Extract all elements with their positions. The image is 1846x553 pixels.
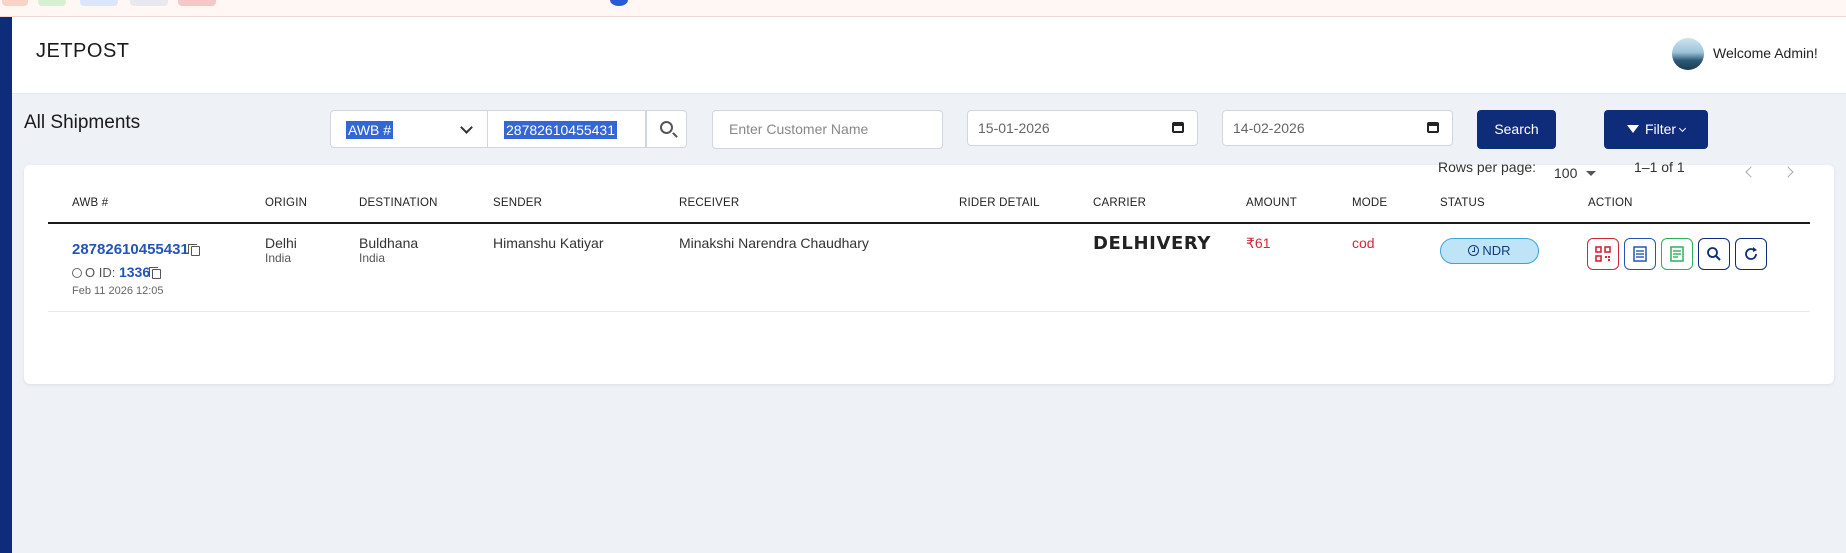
sidebar-strip (0, 17, 12, 553)
date-from-value: 15-01-2026 (978, 120, 1050, 136)
shipments-table-card: AWB # ORIGIN DESTINATION SENDER RECEIVER… (24, 165, 1834, 384)
app-header: JETPOST Welcome Admin! (12, 17, 1846, 94)
destination-country: India (359, 251, 386, 265)
chevron-down-icon (460, 121, 473, 134)
rows-per-page-label: Rows per page: (1438, 159, 1537, 175)
destination-city: Buldhana (359, 235, 419, 251)
pagination-range: 1–1 of 1 (1634, 159, 1685, 175)
track-search-button[interactable] (1698, 238, 1730, 270)
awb-input-value: 28782610455431 (504, 121, 618, 139)
col-header-receiver: RECEIVER (679, 197, 740, 209)
table-header-divider (48, 222, 1810, 224)
refresh-button[interactable] (1735, 238, 1767, 270)
amount-value: ₹61 (1246, 235, 1271, 251)
col-header-origin: ORIGIN (265, 197, 308, 209)
receiver-name: Minakshi Narendra Chaudhary (679, 235, 869, 251)
col-header-amount: AMOUNT (1246, 197, 1298, 209)
date-to-input[interactable]: 14-02-2026 (1222, 110, 1453, 146)
order-id-label: O ID: (85, 265, 116, 280)
awb-number[interactable]: 28782610455431 (72, 241, 189, 258)
invoice-button[interactable] (1624, 238, 1656, 270)
customer-name-input[interactable]: Enter Customer Name (712, 110, 943, 149)
browser-bookmarks-bar (0, 0, 1846, 17)
rows-per-page-select[interactable]: 100 (1554, 165, 1577, 181)
sender-name: Himanshu Katiyar (493, 235, 604, 251)
search-button[interactable]: Search (1477, 110, 1556, 149)
user-avatar[interactable] (1672, 38, 1704, 70)
order-id: O ID: 1336 (72, 264, 162, 280)
awb-type-value: AWB # (346, 121, 394, 139)
carrier-logo: DELHIVERY (1093, 233, 1212, 254)
label-button[interactable] (1661, 238, 1693, 270)
clock-icon (1468, 245, 1480, 256)
awb-type-select[interactable]: AWB # (330, 110, 488, 148)
col-header-awb: AWB # (72, 197, 109, 209)
origin-city: Delhi (265, 235, 297, 251)
date-to-value: 14-02-2026 (1233, 120, 1305, 136)
col-header-sender: SENDER (493, 197, 543, 209)
filter-label: Filter (1644, 121, 1677, 137)
col-header-status: STATUS (1440, 197, 1485, 209)
col-header-destination: DESTINATION (359, 197, 438, 209)
col-header-mode: MODE (1352, 197, 1388, 209)
awb-link[interactable]: 28782610455431 (72, 241, 200, 258)
payment-mode: cod (1352, 235, 1375, 251)
copy-icon[interactable] (187, 244, 200, 256)
calendar-icon[interactable] (1427, 122, 1439, 133)
order-icon (72, 268, 82, 278)
status-text: NDR (1482, 243, 1511, 258)
chevron-down-icon (1679, 124, 1687, 133)
refresh-icon (1745, 247, 1757, 260)
awb-search-button[interactable] (646, 110, 687, 148)
origin-country: India (265, 251, 292, 265)
welcome-text[interactable]: Welcome Admin! (1713, 45, 1818, 61)
date-from-input[interactable]: 15-01-2026 (967, 110, 1198, 146)
caret-down-icon[interactable] (1586, 171, 1596, 176)
order-date: Feb 11 2026 12:05 (72, 285, 164, 297)
calendar-icon[interactable] (1172, 122, 1184, 133)
status-badge: NDR (1440, 238, 1539, 264)
page-title: All Shipments (24, 112, 141, 133)
copy-icon[interactable] (149, 267, 162, 279)
col-header-carrier: CARRIER (1093, 197, 1147, 209)
qr-code-button[interactable] (1587, 238, 1619, 270)
search-icon (1707, 247, 1721, 261)
awb-search-input[interactable]: 28782610455431 (488, 110, 646, 148)
row-divider (48, 311, 1810, 312)
qr-code-icon (1595, 246, 1611, 262)
filter-button[interactable]: Filter (1604, 110, 1708, 149)
brand-logo-text[interactable]: JETPOST (36, 40, 130, 63)
order-id-value[interactable]: 1336 (119, 264, 150, 280)
filter-icon (1626, 125, 1639, 134)
search-icon (660, 121, 673, 134)
col-header-rider-detail: RIDER DETAIL (959, 197, 1040, 209)
label-icon (1670, 246, 1684, 262)
col-header-action: ACTION (1588, 197, 1633, 209)
invoice-icon (1633, 246, 1647, 262)
